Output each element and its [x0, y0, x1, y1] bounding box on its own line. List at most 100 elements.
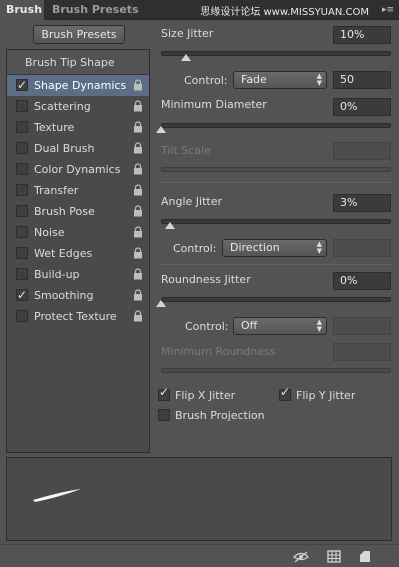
option-label: Transfer [34, 184, 79, 197]
bottom-toolbar [0, 544, 399, 567]
roundness-jitter-label: Roundness Jitter [161, 273, 251, 286]
option-texture[interactable]: Texture [7, 117, 149, 138]
brush-presets-button[interactable]: Brush Presets [33, 25, 125, 44]
flip-y-jitter-label: Flip Y Jitter [296, 389, 356, 402]
option-shape-dynamics[interactable]: Shape Dynamics [7, 75, 149, 96]
option-checkbox[interactable] [16, 247, 28, 259]
divider [158, 264, 391, 265]
option-label: Build-up [34, 268, 80, 281]
size-control-select[interactable]: Fade ▲ ▼ [233, 71, 327, 89]
size-control-value[interactable]: 50 [333, 71, 391, 89]
angle-jitter-value[interactable]: 3% [333, 194, 391, 212]
lock-icon[interactable] [133, 79, 143, 91]
minimum-diameter-value[interactable]: 0% [333, 98, 391, 116]
tab-brush[interactable]: Brush [0, 0, 45, 20]
option-scattering[interactable]: Scattering [7, 96, 149, 117]
option-label: Shape Dynamics [34, 79, 127, 92]
lock-icon[interactable] [133, 289, 143, 301]
option-checkbox[interactable] [16, 75, 28, 96]
eye-icon[interactable] [292, 550, 310, 563]
angle-control-selected: Direction [230, 241, 280, 254]
option-checkbox[interactable] [16, 184, 28, 196]
lock-icon[interactable] [133, 268, 143, 280]
lock-icon[interactable] [133, 142, 143, 154]
lock-icon[interactable] [133, 310, 143, 322]
option-smoothing[interactable]: Smoothing [7, 285, 149, 306]
size-jitter-value[interactable]: 10% [333, 26, 391, 44]
select-arrows-icon: ▲ ▼ [316, 318, 322, 333]
option-wet-edges[interactable]: Wet Edges [7, 243, 149, 264]
roundness-control-value [333, 317, 391, 335]
option-brush-pose[interactable]: Brush Pose [7, 201, 149, 222]
option-checkbox[interactable] [16, 205, 28, 217]
size-jitter-label: Size Jitter [161, 27, 214, 40]
roundness-jitter-slider-thumb[interactable] [156, 300, 166, 307]
new-preset-icon[interactable] [358, 550, 372, 563]
option-label: Smoothing [34, 289, 94, 302]
angle-jitter-label: Angle Jitter [161, 195, 223, 208]
brush-projection-checkbox[interactable] [158, 409, 170, 421]
roundness-jitter-value[interactable]: 0% [333, 272, 391, 290]
roundness-control-label: Control: [185, 320, 229, 333]
watermark-text: 思缘设计论坛 www.MISSYUAN.COM [200, 7, 369, 18]
minimum-diameter-slider[interactable] [161, 123, 391, 128]
option-label: Dual Brush [34, 142, 95, 155]
option-noise[interactable]: Noise [7, 222, 149, 243]
brush-tip-shape-item[interactable]: Brush Tip Shape [7, 50, 149, 75]
grid-icon[interactable] [327, 550, 341, 563]
minimum-diameter-label: Minimum Diameter [161, 98, 267, 111]
option-checkbox[interactable] [16, 310, 28, 322]
flip-x-jitter-checkbox[interactable] [158, 385, 170, 401]
brush-projection-label: Brush Projection [175, 409, 265, 422]
tilt-scale-label: Tilt Scale [161, 144, 211, 157]
option-transfer[interactable]: Transfer [7, 180, 149, 201]
option-checkbox[interactable] [16, 226, 28, 238]
roundness-jitter-slider[interactable] [161, 297, 391, 302]
option-label: Protect Texture [34, 310, 117, 323]
select-arrows-icon: ▲ ▼ [316, 72, 322, 87]
lock-icon[interactable] [133, 121, 143, 133]
divider [158, 182, 391, 183]
option-dual-brush[interactable]: Dual Brush [7, 138, 149, 159]
option-build-up[interactable]: Build-up [7, 264, 149, 285]
option-checkbox[interactable] [16, 163, 28, 175]
minimum-diameter-slider-thumb[interactable] [156, 126, 166, 133]
tab-brush-presets[interactable]: Brush Presets [46, 0, 145, 20]
minimum-roundness-slider [161, 368, 391, 373]
option-label: Texture [34, 121, 75, 134]
lock-icon[interactable] [133, 100, 143, 112]
option-checkbox[interactable] [16, 285, 28, 306]
option-color-dynamics[interactable]: Color Dynamics [7, 159, 149, 180]
tab-divider [131, 3, 132, 17]
option-checkbox[interactable] [16, 268, 28, 280]
option-label: Noise [34, 226, 65, 239]
angle-control-select[interactable]: Direction ▲ ▼ [222, 239, 327, 257]
minimum-roundness-label: Minimum Roundness [161, 345, 276, 358]
roundness-control-select[interactable]: Off ▲ ▼ [233, 317, 327, 335]
lock-icon[interactable] [133, 205, 143, 217]
angle-jitter-slider[interactable] [161, 219, 391, 224]
lock-icon[interactable] [133, 226, 143, 238]
select-arrows-icon: ▲ ▼ [316, 240, 322, 255]
tilt-scale-slider [161, 167, 391, 172]
option-protect-texture[interactable]: Protect Texture [7, 306, 149, 327]
size-control-selected: Fade [241, 73, 267, 86]
option-label: Scattering [34, 100, 91, 113]
angle-control-label: Control: [173, 242, 217, 255]
tab-bar: Brush Brush Presets 思缘设计论坛 www.MISSYUAN.… [0, 0, 399, 20]
roundness-control-selected: Off [241, 319, 258, 332]
brush-stroke-preview [6, 457, 392, 541]
size-control-label: Control: [184, 74, 228, 87]
lock-icon[interactable] [133, 247, 143, 259]
size-jitter-slider[interactable] [161, 51, 391, 56]
lock-icon[interactable] [133, 184, 143, 196]
flip-y-jitter-checkbox[interactable] [279, 385, 291, 401]
stroke-preview-graphic [33, 489, 81, 502]
option-checkbox[interactable] [16, 100, 28, 112]
option-checkbox[interactable] [16, 142, 28, 154]
option-checkbox[interactable] [16, 121, 28, 133]
lock-icon[interactable] [133, 163, 143, 175]
angle-jitter-slider-thumb[interactable] [164, 222, 175, 229]
size-jitter-slider-thumb[interactable] [181, 54, 191, 61]
panel-menu-icon[interactable]: ▸≡ [381, 3, 395, 17]
